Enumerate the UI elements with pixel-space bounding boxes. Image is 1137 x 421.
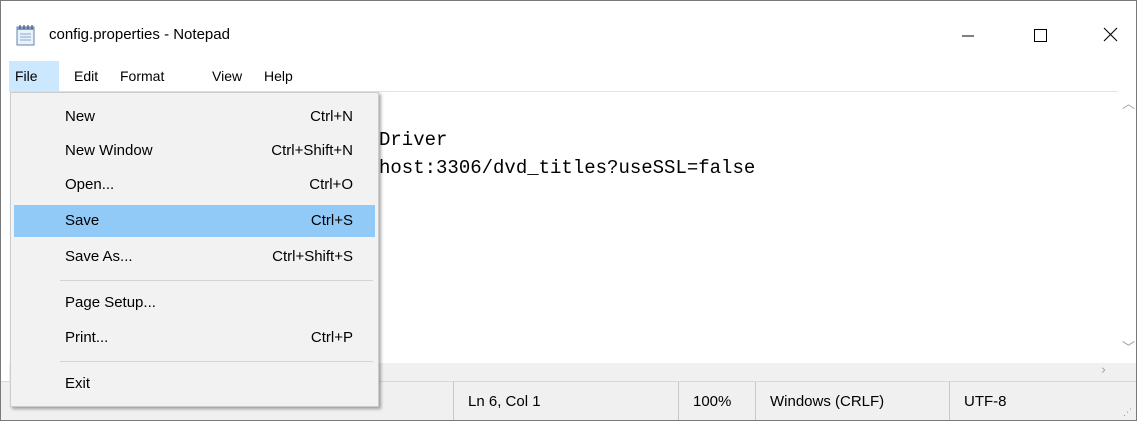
menu-bar: File Edit Format View Help (1, 61, 1136, 91)
menu-item-page-setup[interactable]: Page Setup... (14, 287, 375, 319)
menu-item-new-window[interactable]: New Window Ctrl+Shift+N (14, 135, 375, 167)
menu-item-shortcut: Ctrl+O (309, 176, 353, 193)
title-bar[interactable]: config.properties - Notepad (1, 1, 1136, 61)
notepad-window: config.properties - Notepad File Edit Fo… (0, 0, 1137, 421)
scroll-right-icon[interactable]: › (1101, 363, 1106, 378)
menu-help[interactable]: Help (258, 61, 299, 91)
menu-item-label: New Window (65, 142, 153, 159)
menu-item-label: Page Setup... (65, 294, 156, 311)
menu-item-label: New (65, 108, 96, 125)
menu-view[interactable]: View (206, 61, 248, 91)
menu-item-shortcut: Ctrl+Shift+S (272, 248, 353, 265)
status-zoom: 100% (678, 382, 755, 420)
maximize-icon (1034, 29, 1047, 42)
minimize-icon (962, 35, 974, 37)
notepad-icon (15, 24, 37, 46)
menu-separator (60, 361, 373, 362)
editor-line: host:3306/dvd_titles?useSSL=false (379, 157, 756, 179)
scroll-up-icon[interactable]: ︿ (1122, 93, 1135, 112)
menu-item-shortcut: Ctrl+S (310, 212, 353, 229)
close-icon (1103, 27, 1118, 42)
editor-line: Driver (379, 129, 448, 151)
menu-item-label: Print... (65, 329, 109, 346)
menu-separator (60, 280, 373, 281)
menu-item-shortcut: Ctrl+Shift+N (271, 142, 353, 159)
menu-file[interactable]: File (9, 61, 59, 91)
menu-item-save-as[interactable]: Save As... Ctrl+Shift+S (14, 241, 375, 273)
resize-grip-icon[interactable]: ⋰ (1123, 407, 1132, 418)
window-title: config.properties - Notepad (49, 26, 230, 43)
menu-format[interactable]: Format (114, 61, 170, 91)
menu-edit[interactable]: Edit (68, 61, 104, 91)
maximize-button[interactable] (1017, 15, 1063, 55)
menu-item-label: Save As... (65, 248, 133, 265)
status-cursor-position: Ln 6, Col 1 (453, 382, 678, 420)
menu-item-shortcut: Ctrl+N (310, 108, 353, 125)
status-encoding: UTF-8 (949, 382, 1119, 420)
menu-item-label: Open... (65, 176, 115, 193)
menu-item-new[interactable]: New Ctrl+N (14, 101, 375, 133)
menu-item-shortcut: Ctrl+P (310, 329, 353, 346)
close-button[interactable] (1090, 15, 1136, 55)
vertical-scrollbar[interactable]: ︿ ﹀ (1118, 91, 1136, 363)
file-menu-dropdown: New Ctrl+N New Window Ctrl+Shift+N Open.… (10, 92, 379, 407)
menu-item-label: Exit (65, 375, 91, 392)
scroll-down-icon[interactable]: ﹀ (1122, 337, 1135, 356)
menu-item-exit[interactable]: Exit (14, 368, 375, 400)
menu-item-label: Save (65, 212, 100, 229)
menu-item-print[interactable]: Print... Ctrl+P (14, 322, 375, 354)
minimize-button[interactable] (945, 15, 991, 55)
menu-item-open[interactable]: Open... Ctrl+O (14, 169, 375, 201)
status-line-ending: Windows (CRLF) (755, 382, 949, 420)
menu-item-save[interactable]: Save Ctrl+S (14, 205, 375, 237)
